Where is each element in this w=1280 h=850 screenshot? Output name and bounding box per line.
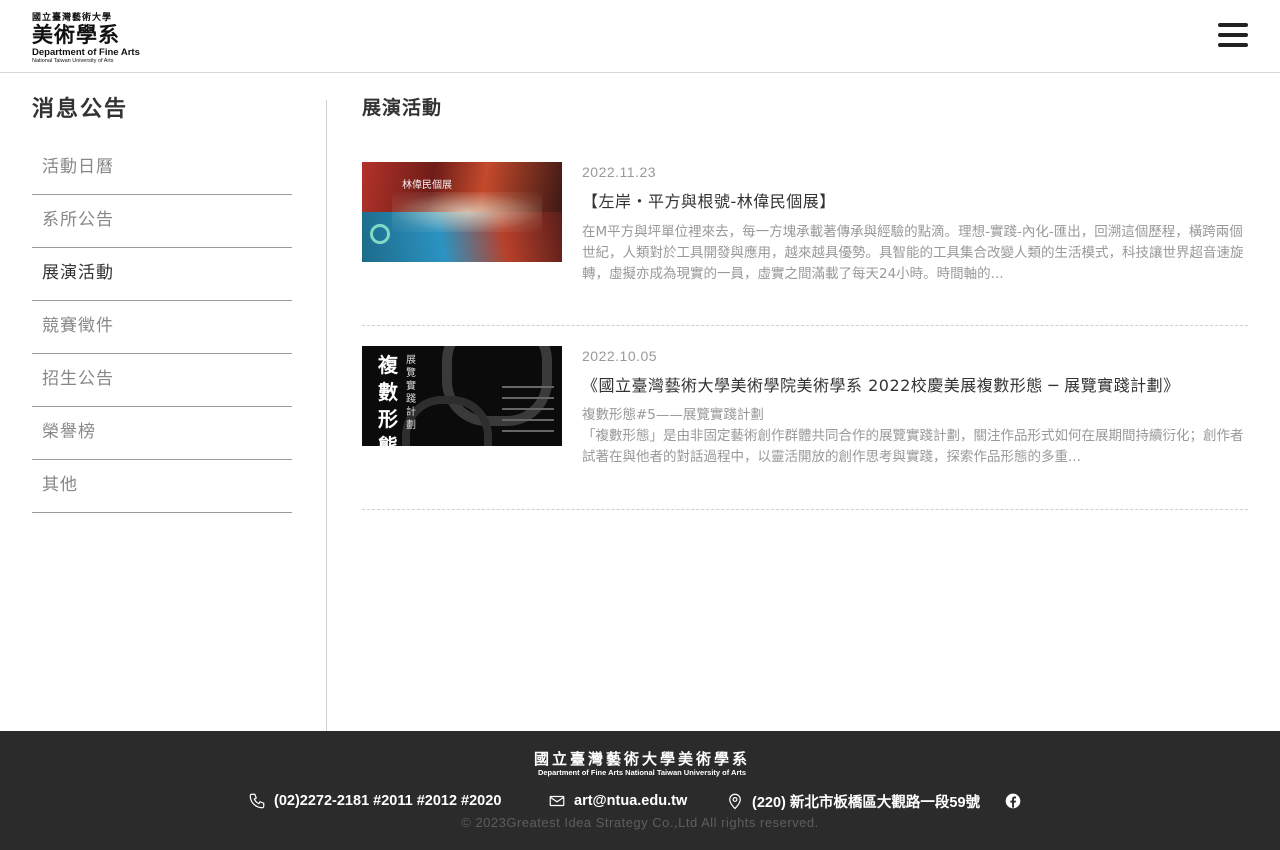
facebook-icon[interactable] — [1005, 793, 1021, 809]
location-pin-icon — [729, 793, 741, 810]
footer-email[interactable]: art@ntua.edu.tw — [548, 791, 687, 811]
post-thumbnail[interactable]: 複數形態 展覽實踐計劃 — [362, 346, 562, 446]
page-title: 展演活動 — [362, 97, 443, 119]
post-date: 2022.11.23 — [582, 164, 657, 180]
thumbnail-title: 複數形態 — [378, 353, 398, 446]
footer-phone[interactable]: (02)2272-2181 #2011 #2012 #2020 — [248, 791, 501, 811]
logo-department-name: 美術學系 — [32, 22, 120, 47]
copyright-text: © 2023Greatest Idea Strategy Co.,Ltd All… — [461, 815, 819, 830]
post-title-link[interactable]: 【左岸・平方與根號-林偉民個展】 — [582, 191, 1248, 213]
footer-logo-chinese: 國立臺灣藝術大學美術學系 — [533, 750, 750, 768]
excerpt-subtitle: 複數形態#5——展覽實踐計劃 — [582, 407, 764, 423]
hamburger-icon[interactable] — [1216, 22, 1248, 50]
column-divider — [326, 100, 327, 731]
site-footer: 國立臺灣藝術大學美術學系 Department of Fine Arts Nat… — [0, 731, 1280, 850]
main-content: 展演活動 林偉民個展 2022.11.23 【左岸・平方與根號-林偉民個展】 在… — [362, 94, 1248, 530]
post-date: 2022.10.05 — [582, 348, 658, 364]
logo-english-department: Department of Fine Arts — [32, 47, 140, 58]
site-header: 國立臺灣藝術大學 美術學系 Department of Fine Arts Na… — [0, 0, 1280, 73]
thumbnail-caption: 林偉民個展 — [402, 180, 452, 191]
thumbnail-subtitle: 展覽實踐計劃 — [406, 355, 416, 431]
sidebar-item-honors[interactable]: 榮譽榜 — [32, 407, 292, 460]
sidebar-item-admissions[interactable]: 招生公告 — [32, 354, 292, 407]
sidebar-item-other[interactable]: 其他 — [32, 460, 292, 513]
mail-icon — [549, 795, 565, 807]
footer-email-text: art@ntua.edu.tw — [574, 793, 688, 809]
phone-icon — [249, 793, 265, 809]
post-excerpt: 在M平方與坪單位裡來去，每一方塊承載著傳承與經驗的點滴。理想-實踐-內化-匯出，… — [582, 224, 1244, 282]
sidebar: 消息公告 活動日曆 系所公告 展演活動 競賽徵件 招生公告 榮譽榜 其他 — [32, 94, 292, 513]
excerpt-body: 「複數形態」是由非固定藝術創作群體共同合作的展覽實踐計劃，關注作品形式如何在展期… — [582, 428, 1244, 465]
post-excerpt: 複數形態#5——展覽實踐計劃 「複數形態」是由非固定藝術創作群體共同合作的展覽實… — [582, 405, 1248, 468]
site-logo[interactable]: 國立臺灣藝術大學 美術學系 Department of Fine Arts Na… — [32, 10, 140, 64]
post-item: 林偉民個展 2022.11.23 【左岸・平方與根號-林偉民個展】 在M平方與坪… — [362, 162, 1248, 326]
sidebar-title: 消息公告 — [32, 97, 129, 122]
footer-logo: 國立臺灣藝術大學美術學系 Department of Fine Arts Nat… — [522, 750, 762, 778]
sidebar-item-calendar[interactable]: 活動日曆 — [32, 142, 292, 195]
footer-address-text: (220) 新北市板橋區大觀路一段59號 — [752, 794, 981, 811]
post-item: 複數形態 展覽實踐計劃 2022.10.05 《國立臺灣藝術大學美術學院美術學系… — [362, 346, 1248, 510]
sidebar-item-competitions[interactable]: 競賽徵件 — [32, 301, 292, 354]
logo-english-university: National Taiwan University of Arts — [32, 58, 114, 64]
post-thumbnail[interactable]: 林偉民個展 — [362, 162, 562, 262]
footer-address[interactable]: (220) 新北市板橋區大觀路一段59號 — [726, 791, 980, 811]
footer-phone-text: (02)2272-2181 #2011 #2012 #2020 — [274, 793, 502, 809]
post-title-link[interactable]: 《國立臺灣藝術大學美術學院美術學系 2022校慶美展複數形態 ─ 展覽實踐計劃》 — [582, 375, 1248, 397]
sidebar-item-exhibitions[interactable]: 展演活動 — [32, 248, 292, 301]
sidebar-item-department-news[interactable]: 系所公告 — [32, 195, 292, 248]
footer-logo-english: Department of Fine Arts National Taiwan … — [537, 768, 747, 777]
